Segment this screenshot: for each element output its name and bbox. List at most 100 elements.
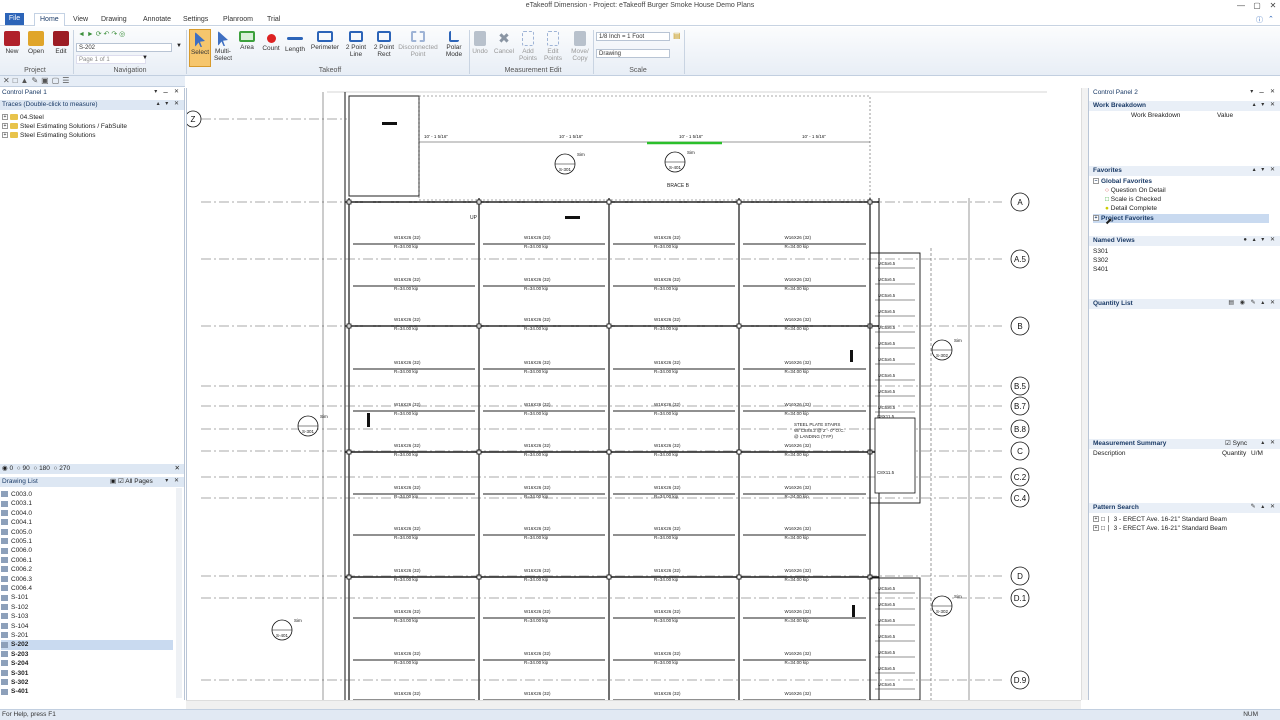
project-favorites[interactable]: + Project Favorites bbox=[1093, 214, 1269, 223]
rotation-180[interactable]: ○ 180 bbox=[33, 465, 50, 472]
scale-ruler-icon[interactable]: ▤ bbox=[673, 31, 681, 40]
drawing-list-item[interactable]: C006.4 bbox=[1, 584, 173, 593]
pane-controls-icon[interactable]: ▴ ▾ ✕ bbox=[157, 100, 181, 107]
tab-trial[interactable]: Trial bbox=[262, 14, 285, 26]
drawing-list-item[interactable]: S-204 bbox=[1, 659, 173, 668]
pane-controls-icon[interactable]: ▴ ✕ bbox=[1261, 439, 1277, 446]
structural-plan[interactable]: W16X26 (32) R=34.00 kip W16X26 (32) R=34.00… bbox=[187, 88, 1081, 700]
favorite-scale-checked[interactable]: □ Scale is Checked bbox=[1105, 195, 1161, 204]
drawing-list-item[interactable]: C004.0 bbox=[1, 509, 173, 518]
perimeter-button[interactable]: Perimeter bbox=[310, 29, 340, 51]
drawing-list-item[interactable]: S-102 bbox=[1, 603, 173, 612]
drawing-list-item[interactable]: C006.2 bbox=[1, 565, 173, 574]
area-button[interactable]: Area bbox=[237, 29, 257, 51]
cancel-button[interactable]: ✖ Cancel bbox=[493, 29, 515, 56]
trace-item[interactable]: + Steel Estimating Solutions / FabSuite bbox=[2, 122, 127, 131]
rotation-270[interactable]: ○ 270 bbox=[54, 465, 71, 472]
named-view-item[interactable]: S302 bbox=[1093, 256, 1108, 265]
nav-icons[interactable]: ◄ ► ⟳ ↶ ↷ ◎ bbox=[78, 30, 125, 38]
menu-bar: File Home View Drawing Annotate Settings… bbox=[0, 12, 1280, 26]
move-copy-button[interactable]: Move/ Copy bbox=[569, 29, 591, 62]
pane-controls-icon[interactable]: ▤ ◉ ✎ ▴ ✕ bbox=[1228, 299, 1277, 306]
scale-name-field[interactable]: Drawing bbox=[596, 49, 670, 58]
select-button[interactable]: Select bbox=[189, 29, 211, 67]
open-button[interactable]: Open bbox=[26, 29, 46, 55]
toolbar-icons[interactable]: ✕□▲✎▣▢☰ bbox=[3, 76, 72, 85]
canvas-horizontal-scrollbar[interactable] bbox=[186, 700, 1081, 709]
pattern-result[interactable]: + □ ∣ 3 - ERECT Ave. 16-21" Standard Beam bbox=[1093, 524, 1227, 533]
two-point-line-button[interactable]: 2 Point Line bbox=[344, 29, 368, 58]
maximize-icon[interactable]: ▢ bbox=[1250, 0, 1264, 11]
two-point-rect-button[interactable]: 2 Point Rect bbox=[372, 29, 396, 58]
length-button[interactable]: Length bbox=[284, 29, 306, 53]
drawing-list-item[interactable]: C006.3 bbox=[1, 575, 173, 584]
canvas-vertical-scrollbar[interactable] bbox=[1081, 88, 1088, 700]
undo-button[interactable]: Undo bbox=[471, 29, 489, 55]
polar-mode-button[interactable]: Polar Mode bbox=[442, 29, 466, 58]
drawing-list-item[interactable]: S-302 bbox=[1, 678, 173, 687]
trace-item[interactable]: +04.Steel bbox=[2, 113, 44, 122]
help-icon[interactable]: ⓘ bbox=[1256, 15, 1263, 25]
add-points-button[interactable]: Add Points bbox=[518, 29, 538, 62]
drawing-list-item[interactable]: C003.0 bbox=[1, 490, 173, 499]
drawing-list-item[interactable]: C005.1 bbox=[1, 537, 173, 546]
tab-view[interactable]: View bbox=[68, 14, 93, 26]
drawing-list-item[interactable]: S-401 bbox=[1, 687, 173, 696]
new-button[interactable]: New bbox=[3, 29, 21, 55]
beam-label: W16X26 (32) bbox=[785, 485, 812, 490]
drawing-list-item[interactable]: S-301 bbox=[1, 669, 173, 678]
drawing-list-item[interactable]: C004.1 bbox=[1, 518, 173, 527]
tab-settings[interactable]: Settings bbox=[178, 14, 213, 26]
drawing-list-item[interactable]: S-203 bbox=[1, 650, 173, 659]
edit-points-button[interactable]: Edit Points bbox=[542, 29, 564, 62]
drawing-list-item[interactable]: C003.1 bbox=[1, 499, 173, 508]
favorite-detail-complete[interactable]: ● Detail Complete bbox=[1105, 204, 1157, 213]
all-pages-checkbox[interactable]: ▣ ☑ All Pages bbox=[110, 477, 153, 487]
pane-controls-icon[interactable]: ▾ ✕ bbox=[165, 477, 181, 484]
pane-controls-icon[interactable]: ▾ ⚊ ✕ bbox=[1250, 88, 1277, 95]
pane-controls-icon[interactable]: ▴ ▾ ✕ bbox=[1253, 101, 1277, 108]
close-icon[interactable]: ✕ bbox=[175, 464, 180, 474]
edit-project-button[interactable]: Edit bbox=[51, 29, 71, 55]
close-icon[interactable]: ✕ bbox=[1266, 0, 1280, 11]
global-favorites[interactable]: – Global Favorites bbox=[1093, 177, 1152, 186]
minimize-icon[interactable]: — bbox=[1234, 0, 1248, 11]
rotation-0[interactable]: ◉ 0 bbox=[2, 465, 13, 472]
beam-reaction: R=34.00 kip bbox=[785, 244, 810, 249]
drawing-list-item[interactable]: C006.1 bbox=[1, 556, 173, 565]
disconnected-point-button[interactable]: Disconnected Point bbox=[398, 29, 438, 58]
named-view-item[interactable]: S301 bbox=[1093, 247, 1108, 256]
file-menu[interactable]: File bbox=[5, 13, 24, 25]
drawing-list-item[interactable]: S-201 bbox=[1, 631, 173, 640]
scale-select[interactable]: 1/8 Inch = 1 Foot bbox=[596, 32, 670, 41]
tab-annotate[interactable]: Annotate bbox=[138, 14, 176, 26]
page-input[interactable]: S-202 bbox=[76, 43, 172, 52]
drawing-list-item[interactable]: S-104 bbox=[1, 622, 173, 631]
drawing-canvas[interactable]: W16X26 (32) R=34.00 kip W16X26 (32) R=34.00… bbox=[186, 88, 1081, 700]
expand-ribbon-icon[interactable]: ⌃ bbox=[1268, 15, 1274, 23]
pane-controls-icon[interactable]: ● ▴ ▾ ✕ bbox=[1243, 236, 1277, 243]
drawing-list-scrollbar[interactable] bbox=[176, 488, 182, 698]
pane-controls-icon[interactable]: ▴ ▾ ✕ bbox=[1253, 166, 1277, 173]
pane-controls-icon[interactable]: ▾ ⚊ ✕ bbox=[154, 88, 181, 95]
drawing-list-item[interactable]: S-103 bbox=[1, 612, 173, 621]
favorite-question[interactable]: ○ Question On Detail bbox=[1105, 186, 1166, 195]
rotation-90[interactable]: ○ 90 bbox=[17, 465, 30, 472]
tab-drawing[interactable]: Drawing bbox=[96, 14, 132, 26]
chevron-down-icon[interactable]: ▼ bbox=[176, 43, 182, 49]
drawing-list-item[interactable]: C005.0 bbox=[1, 528, 173, 537]
pane-controls-icon[interactable]: ✎ ▴ ✕ bbox=[1251, 503, 1277, 510]
trace-item[interactable]: + Steel Estimating Solutions bbox=[2, 131, 96, 140]
named-view-item[interactable]: S401 bbox=[1093, 265, 1108, 274]
drawing-list-item[interactable]: S-101 bbox=[1, 593, 173, 602]
chevron-down-icon[interactable]: ▼ bbox=[142, 55, 148, 61]
count-button[interactable]: Count bbox=[260, 29, 282, 52]
pattern-result[interactable]: + □ ∣ 3 - ERECT Ave. 16-21" Standard Beam bbox=[1093, 515, 1227, 524]
tab-home[interactable]: Home bbox=[34, 13, 65, 26]
drawing-list-item[interactable]: S-202 bbox=[1, 640, 173, 650]
multi-select-button[interactable]: Multi- Select bbox=[212, 29, 234, 62]
sync-checkbox[interactable]: ☑ Sync bbox=[1225, 439, 1247, 449]
drawing-list-item[interactable]: C006.0 bbox=[1, 546, 173, 555]
tab-planroom[interactable]: Planroom bbox=[218, 14, 258, 26]
beam-label: W16X26 (32) bbox=[524, 526, 551, 531]
